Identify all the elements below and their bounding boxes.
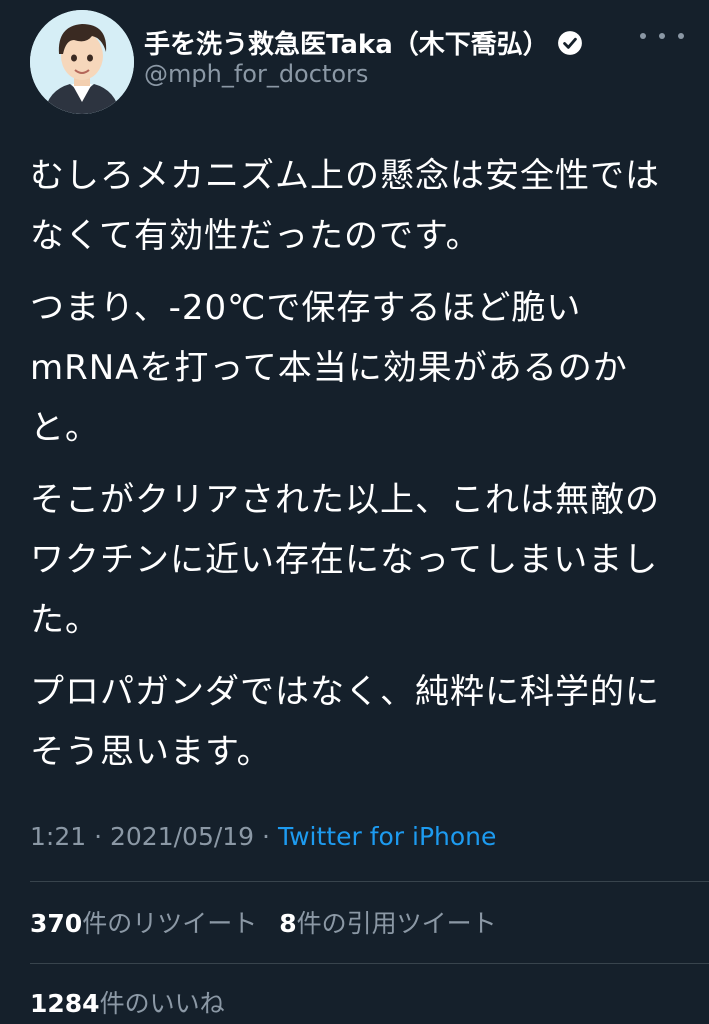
quotes-link[interactable]: 8件の引用ツイート bbox=[279, 909, 496, 938]
meta-separator: · bbox=[262, 822, 270, 851]
avatar-illustration-icon bbox=[30, 10, 134, 114]
retweets-link[interactable]: 370件のリツイート bbox=[30, 909, 257, 938]
tweet-time[interactable]: 1:21 bbox=[30, 822, 86, 851]
retweets-count: 370 bbox=[30, 909, 83, 938]
meta-separator: · bbox=[94, 822, 103, 851]
verified-badge-icon bbox=[557, 30, 582, 55]
quotes-label: 件の引用ツイート bbox=[296, 909, 497, 938]
author-name[interactable]: 手を洗う救急医Taka（木下喬弘） bbox=[144, 24, 583, 61]
more-options-icon[interactable] bbox=[640, 26, 684, 46]
retweets-label: 件のリツイート bbox=[82, 909, 258, 938]
quotes-count: 8 bbox=[279, 909, 297, 938]
tweet-paragraph: つまり、-20℃で保存するほど脆いmRNAを打って本当に効果があるのかと。 bbox=[30, 288, 628, 448]
tweet-paragraph: むしろメカニズム上の懸念は安全性ではなくて有効性だったのです。 bbox=[30, 156, 660, 256]
divider bbox=[30, 963, 709, 964]
likes-label: 件のいいね bbox=[99, 989, 225, 1018]
author-display-name: 手を洗う救急医Taka（木下喬弘） bbox=[144, 30, 549, 60]
likes-link[interactable]: 1284件のいいね bbox=[30, 989, 225, 1018]
tweet-text: むしろメカニズム上の懸念は安全性ではなくて有効性だったのです。 つまり、-20℃… bbox=[30, 146, 690, 794]
avatar[interactable] bbox=[30, 10, 134, 114]
tweet-paragraph: プロパガンダではなく、純粋に科学的にそう思います。 bbox=[30, 672, 660, 772]
author-handle[interactable]: @mph_for_doctors bbox=[144, 60, 368, 88]
tweet-source-link[interactable]: Twitter for iPhone bbox=[278, 822, 496, 851]
divider bbox=[30, 881, 709, 882]
tweet-date[interactable]: 2021/05/19 bbox=[110, 822, 254, 851]
engagement-stats: 370件のリツイート 8件の引用ツイート bbox=[30, 904, 497, 940]
tweet-meta: 1:21 · 2021/05/19 · Twitter for iPhone bbox=[30, 822, 496, 851]
tweet: 手を洗う救急医Taka（木下喬弘） @mph_for_doctors むしろメカ… bbox=[0, 0, 709, 1024]
likes-count: 1284 bbox=[30, 989, 100, 1018]
likes-stats: 1284件のいいね bbox=[30, 984, 225, 1020]
tweet-paragraph: そこがクリアされた以上、これは無敵のワクチンに近い存在になってしまいました。 bbox=[30, 480, 660, 640]
